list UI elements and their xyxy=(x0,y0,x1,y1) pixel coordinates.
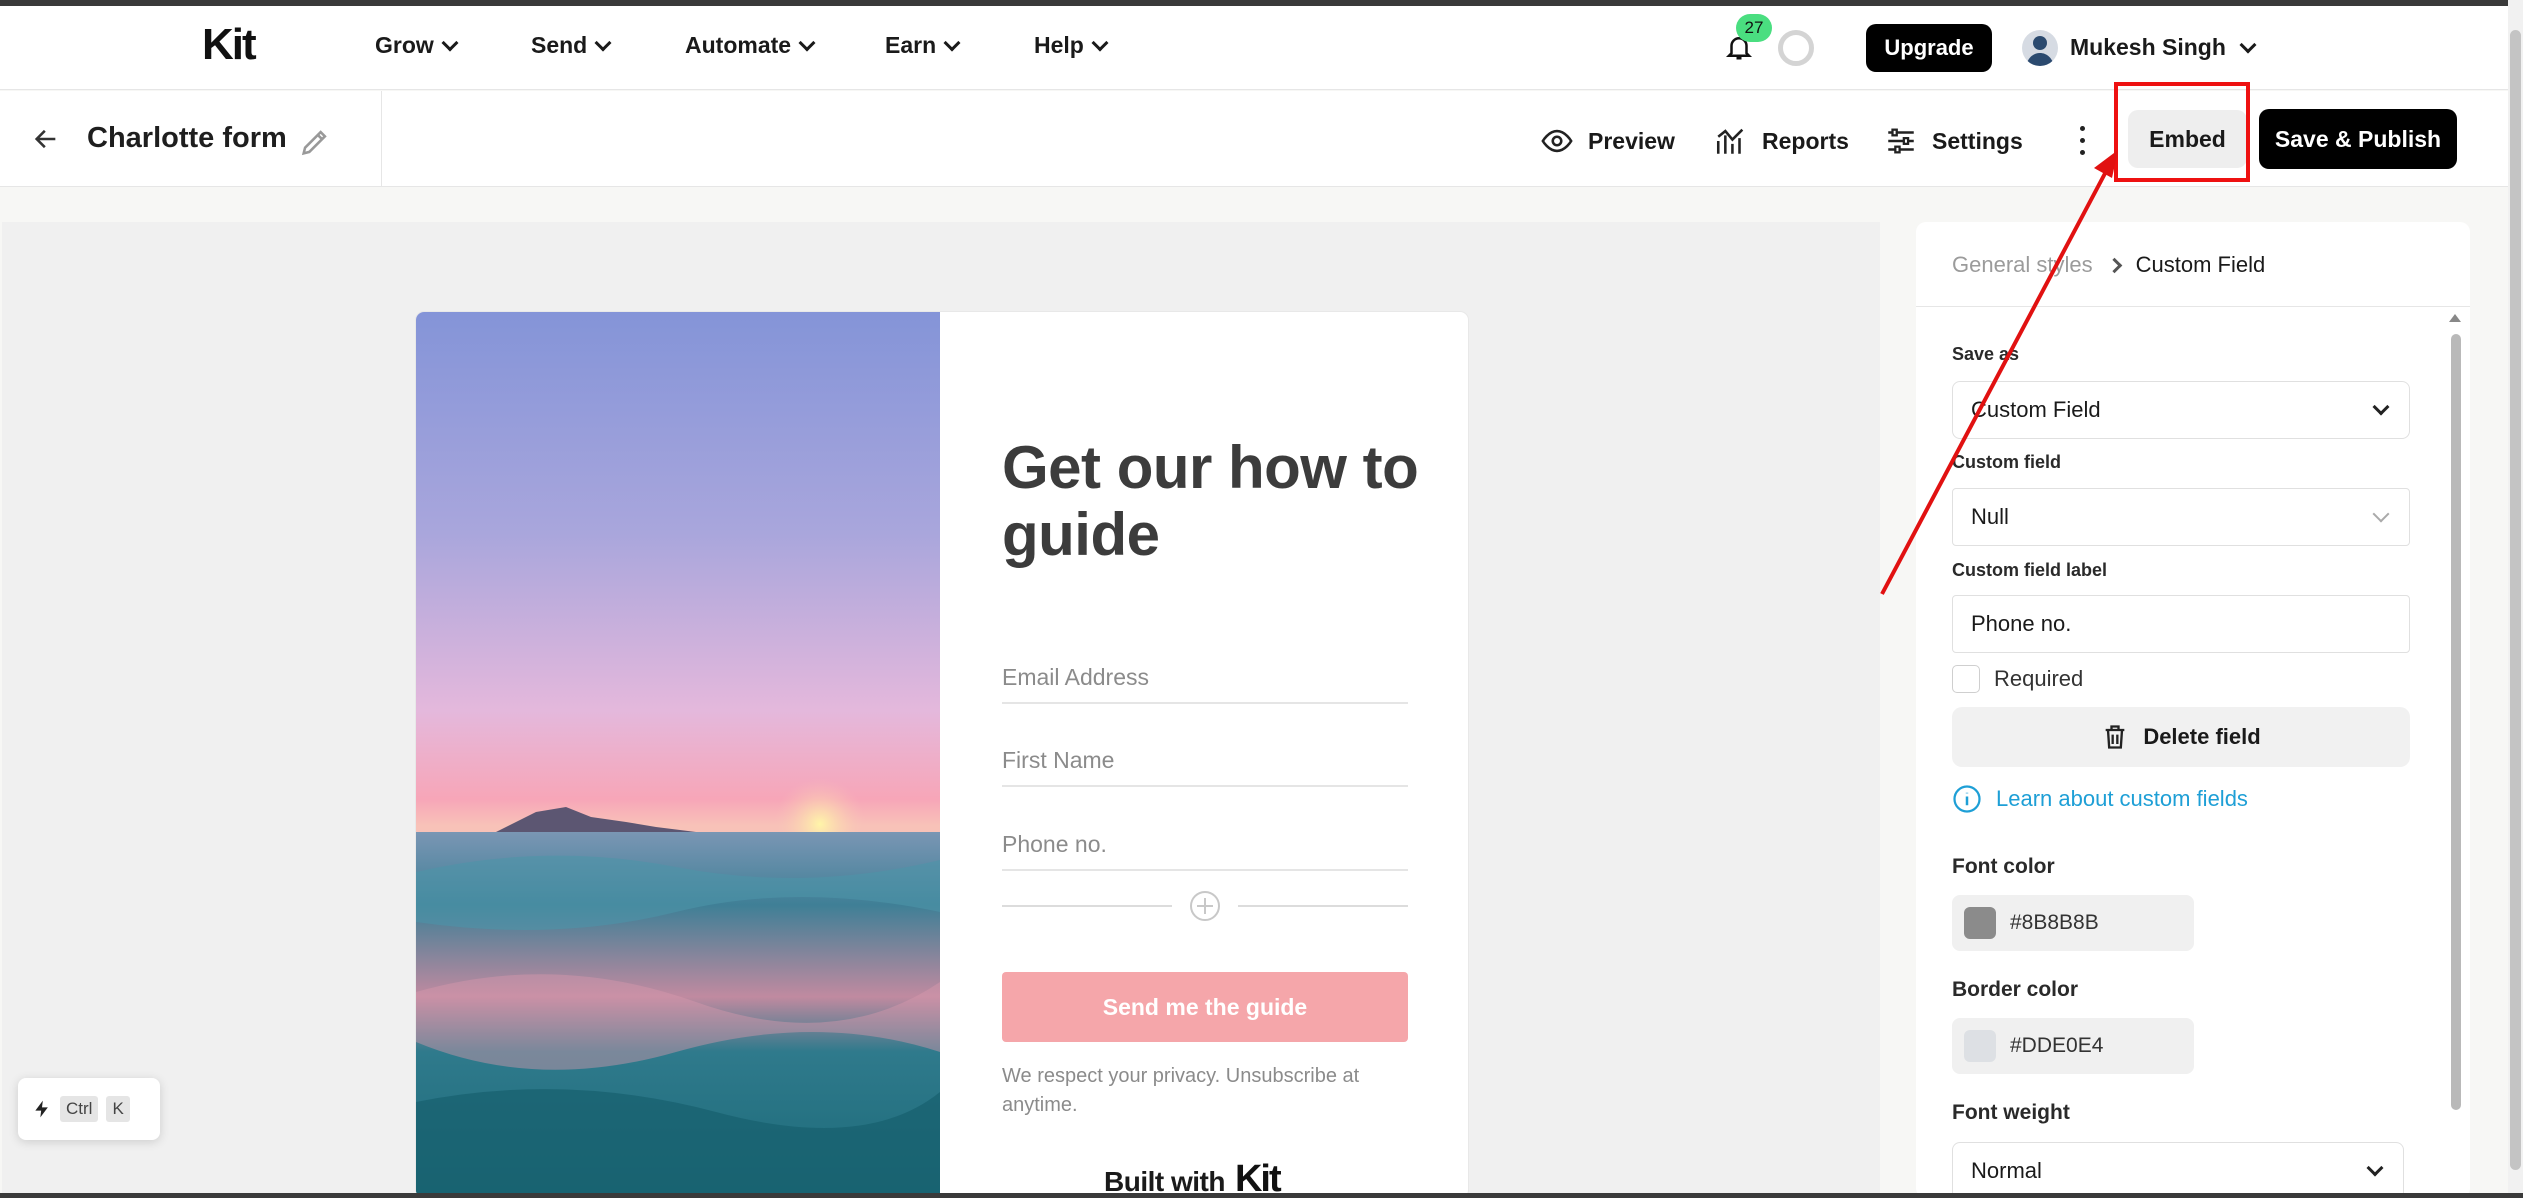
phone-field[interactable]: Phone no. xyxy=(1002,815,1408,871)
window-border xyxy=(0,1193,2523,1198)
breadcrumb-general-styles[interactable]: General styles xyxy=(1952,252,2093,278)
save-publish-button[interactable]: Save & Publish xyxy=(2259,109,2457,169)
font-color-label: Font color xyxy=(1952,855,2055,878)
sliders-icon xyxy=(1888,128,1914,154)
nav-send-label: Send xyxy=(531,32,588,58)
chart-icon xyxy=(1716,128,1744,154)
settings-button[interactable]: Settings xyxy=(1884,124,2023,158)
save-as-select[interactable]: Custom Field xyxy=(1952,381,2410,439)
user-menu[interactable]: Mukesh Singh xyxy=(2070,34,2257,61)
font-weight-value: Normal xyxy=(1971,1158,2042,1183)
font-weight-select[interactable]: Normal xyxy=(1952,1142,2404,1198)
nav-automate-label: Automate xyxy=(685,32,792,58)
built-with-kit-badge[interactable]: Built with Kit xyxy=(1104,1158,1282,1198)
custom-field-select[interactable]: Null xyxy=(1952,488,2410,546)
annotation-highlight-box xyxy=(2114,82,2250,182)
preview-label: Preview xyxy=(1588,127,1675,154)
border-color-picker[interactable]: #DDE0E4 xyxy=(1952,1018,2194,1074)
trash-icon xyxy=(2105,725,2125,749)
panel-divider xyxy=(1916,306,2470,307)
nav-grow[interactable]: Grow xyxy=(375,32,459,59)
progress-ring-icon[interactable] xyxy=(1778,30,1814,66)
preview-button[interactable]: Preview xyxy=(1540,124,1675,158)
ocean-sunset-image[interactable] xyxy=(416,312,940,1198)
nav-grow-label: Grow xyxy=(375,32,434,58)
form-title: Charlotte form xyxy=(87,122,287,154)
notification-count-badge: 27 xyxy=(1736,14,1772,42)
ctrl-key: Ctrl xyxy=(60,1096,99,1122)
font-weight-label: Font weight xyxy=(1952,1101,2070,1124)
custom-field-label-input[interactable]: Phone no. xyxy=(1952,595,2410,653)
command-shortcut-chip[interactable]: Ctrl K xyxy=(18,1078,160,1140)
breadcrumb-custom-field: Custom Field xyxy=(2135,252,2266,277)
font-color-value: #8B8B8B xyxy=(2010,911,2099,934)
font-color-picker[interactable]: #8B8B8B xyxy=(1952,895,2194,951)
send-guide-button[interactable]: Send me the guide xyxy=(1002,972,1408,1042)
user-name-label: Mukesh Singh xyxy=(2070,34,2226,60)
reports-label: Reports xyxy=(1762,127,1849,154)
nav-automate[interactable]: Automate xyxy=(685,32,816,59)
custom-field-label-heading: Custom field label xyxy=(1952,560,2108,580)
required-checkbox[interactable] xyxy=(1952,665,1980,693)
chevron-down-icon xyxy=(798,34,816,51)
chevron-down-icon xyxy=(1091,34,1109,51)
chevron-down-icon xyxy=(943,34,961,51)
required-label: Required xyxy=(1994,666,2084,691)
save-as-value: Custom Field xyxy=(1971,397,2101,422)
scroll-up-arrow-icon[interactable] xyxy=(2449,314,2461,322)
custom-field-value: Null xyxy=(1971,504,2009,529)
breadcrumb: General styles Custom Field xyxy=(1952,252,2265,278)
lightning-icon xyxy=(35,1100,48,1118)
form-headline[interactable]: Get our how to guide xyxy=(1002,434,1422,568)
save-as-label: Save as xyxy=(1952,344,2020,364)
pencil-icon[interactable] xyxy=(298,125,332,159)
avatar[interactable] xyxy=(2022,30,2058,66)
nav-earn[interactable]: Earn xyxy=(885,32,961,59)
border-color-value: #DDE0E4 xyxy=(2010,1034,2104,1057)
email-field[interactable]: Email Address xyxy=(1002,648,1408,704)
nav-send[interactable]: Send xyxy=(531,32,612,59)
border-color-swatch xyxy=(1964,1030,1996,1062)
nav-help[interactable]: Help xyxy=(1034,32,1109,59)
border-color-label: Border color xyxy=(1952,978,2079,1001)
chevron-down-icon xyxy=(2366,1159,2384,1177)
chevron-down-icon xyxy=(2372,398,2390,416)
font-color-swatch xyxy=(1964,907,1996,939)
kit-logo: Kit xyxy=(1234,1158,1282,1198)
chevron-down-icon xyxy=(2239,36,2257,53)
reports-button[interactable]: Reports xyxy=(1714,124,1849,158)
chevron-down-icon xyxy=(441,34,459,51)
more-options-icon[interactable] xyxy=(2075,122,2089,158)
privacy-text: We respect your privacy. Unsubscribe at … xyxy=(1002,1065,1360,1116)
chevron-down-icon xyxy=(594,34,612,51)
chevron-down-icon xyxy=(2372,505,2390,523)
toolbar-divider xyxy=(381,91,382,187)
info-icon xyxy=(1953,785,1981,813)
kit-logo[interactable]: Kit xyxy=(202,20,257,70)
upgrade-button[interactable]: Upgrade xyxy=(1866,24,1992,72)
window-scrollbar[interactable] xyxy=(2510,30,2521,1170)
panel-scrollbar[interactable] xyxy=(2451,334,2461,1110)
nav-help-label: Help xyxy=(1034,32,1084,58)
delete-field-label: Delete field xyxy=(2143,724,2261,749)
delete-field-button[interactable]: Delete field xyxy=(1952,707,2410,767)
settings-label: Settings xyxy=(1932,127,2023,154)
eye-icon xyxy=(1541,129,1573,153)
learn-custom-fields-link[interactable]: Learn about custom fields xyxy=(1952,784,2248,814)
back-arrow-icon[interactable] xyxy=(30,125,62,153)
k-key: K xyxy=(106,1096,130,1122)
add-field-icon[interactable] xyxy=(1002,886,1408,926)
learn-link-label: Learn about custom fields xyxy=(1996,786,2248,811)
custom-field-label: Custom field xyxy=(1952,452,2062,472)
chevron-right-icon xyxy=(2106,257,2122,273)
nav-earn-label: Earn xyxy=(885,32,937,58)
first-name-field[interactable]: First Name xyxy=(1002,731,1408,787)
